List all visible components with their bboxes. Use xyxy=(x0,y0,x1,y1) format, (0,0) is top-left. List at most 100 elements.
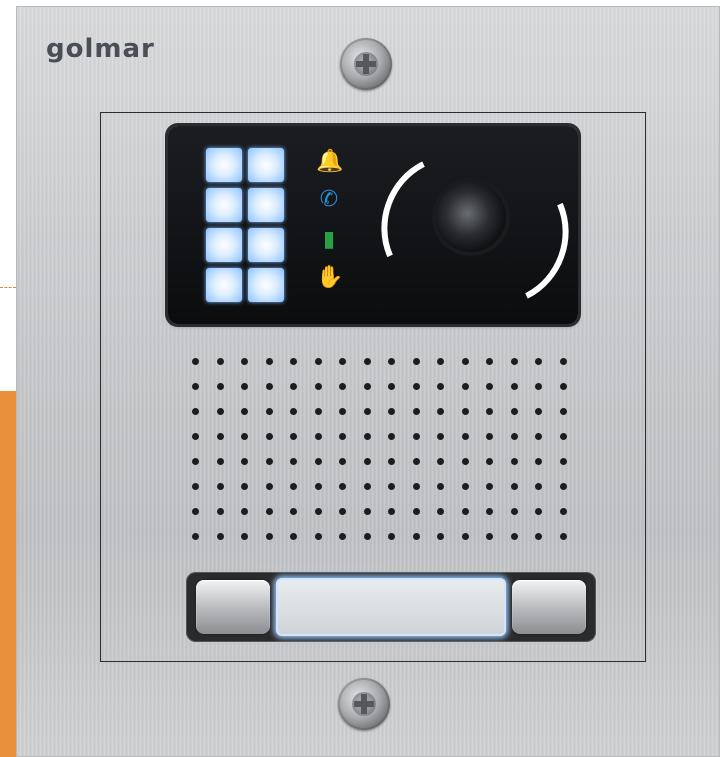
speaker-hole xyxy=(192,433,199,440)
bell-icon: 🔔 xyxy=(316,149,344,174)
speaker-hole xyxy=(510,533,518,540)
speaker-hole xyxy=(412,433,420,440)
speaker-hole xyxy=(388,483,395,490)
speaker-hole xyxy=(192,408,199,415)
top-screw xyxy=(340,38,392,90)
speaker-hole xyxy=(314,433,322,440)
speaker-hole xyxy=(388,458,395,465)
speaker-hole xyxy=(437,483,444,490)
speaker-hole xyxy=(363,433,371,440)
speaker-hole xyxy=(241,433,248,440)
speaker-hole xyxy=(559,408,567,415)
speaker-hole xyxy=(339,533,346,540)
speaker-hole xyxy=(437,508,444,515)
divider-dashed xyxy=(0,287,16,288)
speaker-hole xyxy=(290,383,297,390)
speaker-hole xyxy=(241,483,248,490)
speaker-hole xyxy=(290,408,297,415)
door-icon: ▮ xyxy=(322,227,336,252)
speaker-hole xyxy=(461,533,469,540)
speaker-hole xyxy=(437,433,444,440)
speaker-hole xyxy=(486,483,493,490)
speaker-hole xyxy=(363,358,371,365)
speaker-hole xyxy=(339,458,346,465)
speaker-hole xyxy=(314,508,322,515)
speaker-hole xyxy=(265,458,273,465)
speaker-hole xyxy=(265,408,273,415)
speaker-hole xyxy=(192,358,199,365)
brand-logo: golmar xyxy=(46,34,155,64)
speaker-hole xyxy=(461,408,469,415)
speaker-hole xyxy=(510,433,518,440)
speaker-hole xyxy=(216,383,224,390)
speaker-hole xyxy=(486,433,493,440)
speaker-hole xyxy=(314,483,322,490)
speaker-hole xyxy=(241,358,248,365)
speaker-hole xyxy=(535,458,542,465)
speaker-hole xyxy=(290,508,297,515)
screw-slot xyxy=(354,701,374,707)
speaker-hole xyxy=(216,533,224,540)
orange-accent-bar xyxy=(0,391,16,757)
speaker-hole xyxy=(265,433,273,440)
keypad-light xyxy=(248,148,284,182)
speaker-hole xyxy=(241,508,248,515)
name-label-window xyxy=(276,578,506,636)
speaker-hole xyxy=(510,508,518,515)
speaker-hole xyxy=(314,533,322,540)
speaker-hole xyxy=(388,433,395,440)
speaker-hole xyxy=(192,483,199,490)
speaker-hole xyxy=(241,383,248,390)
speaker-hole xyxy=(339,383,346,390)
speaker-hole xyxy=(510,408,518,415)
call-button-left[interactable] xyxy=(196,580,270,634)
speaker-hole xyxy=(510,458,518,465)
call-button-bar xyxy=(186,572,596,642)
speaker-hole xyxy=(192,383,199,390)
speaker-hole xyxy=(559,508,567,515)
status-icons: 🔔 ✆ ▮ ✋ xyxy=(316,148,346,308)
speaker-hole xyxy=(461,433,469,440)
speaker-hole xyxy=(412,383,420,390)
display-module: 🔔 ✆ ▮ ✋ xyxy=(168,126,589,325)
camera-lens xyxy=(436,182,506,252)
speaker-hole xyxy=(265,383,273,390)
speaker-hole xyxy=(510,358,518,365)
speaker-hole xyxy=(339,483,346,490)
speaker-hole xyxy=(363,533,371,540)
speaker-hole xyxy=(412,533,420,540)
screw-slot xyxy=(356,61,376,67)
speaker-hole xyxy=(510,383,518,390)
speaker-hole xyxy=(241,458,248,465)
speaker-hole xyxy=(388,383,395,390)
speaker-hole xyxy=(363,483,371,490)
speaker-hole xyxy=(486,458,493,465)
keypad-light xyxy=(248,228,284,262)
speaker-hole xyxy=(486,508,493,515)
speaker-hole xyxy=(363,508,371,515)
speaker-hole xyxy=(412,508,420,515)
speaker-grille xyxy=(192,358,584,558)
speaker-hole xyxy=(412,408,420,415)
keypad-light xyxy=(206,268,242,302)
keypad-light xyxy=(206,228,242,262)
intercom-panel: golmar 🔔 ✆ ▮ ✋ xyxy=(16,6,720,757)
speaker-hole xyxy=(265,508,273,515)
speaker-hole xyxy=(486,533,493,540)
keypad-light xyxy=(248,188,284,222)
call-button-right[interactable] xyxy=(512,580,586,634)
speaker-hole xyxy=(265,358,273,365)
speaker-hole xyxy=(535,358,542,365)
keypad-lights xyxy=(206,148,286,304)
speaker-hole xyxy=(290,533,297,540)
keypad-light xyxy=(206,148,242,182)
speaker-hole xyxy=(535,383,542,390)
speaker-hole xyxy=(461,483,469,490)
speaker-hole xyxy=(216,458,224,465)
keypad-light xyxy=(248,268,284,302)
speaker-hole xyxy=(559,433,567,440)
speaker-hole xyxy=(535,508,542,515)
speaker-hole xyxy=(290,458,297,465)
speaker-hole xyxy=(241,408,248,415)
speaker-hole xyxy=(192,533,199,540)
